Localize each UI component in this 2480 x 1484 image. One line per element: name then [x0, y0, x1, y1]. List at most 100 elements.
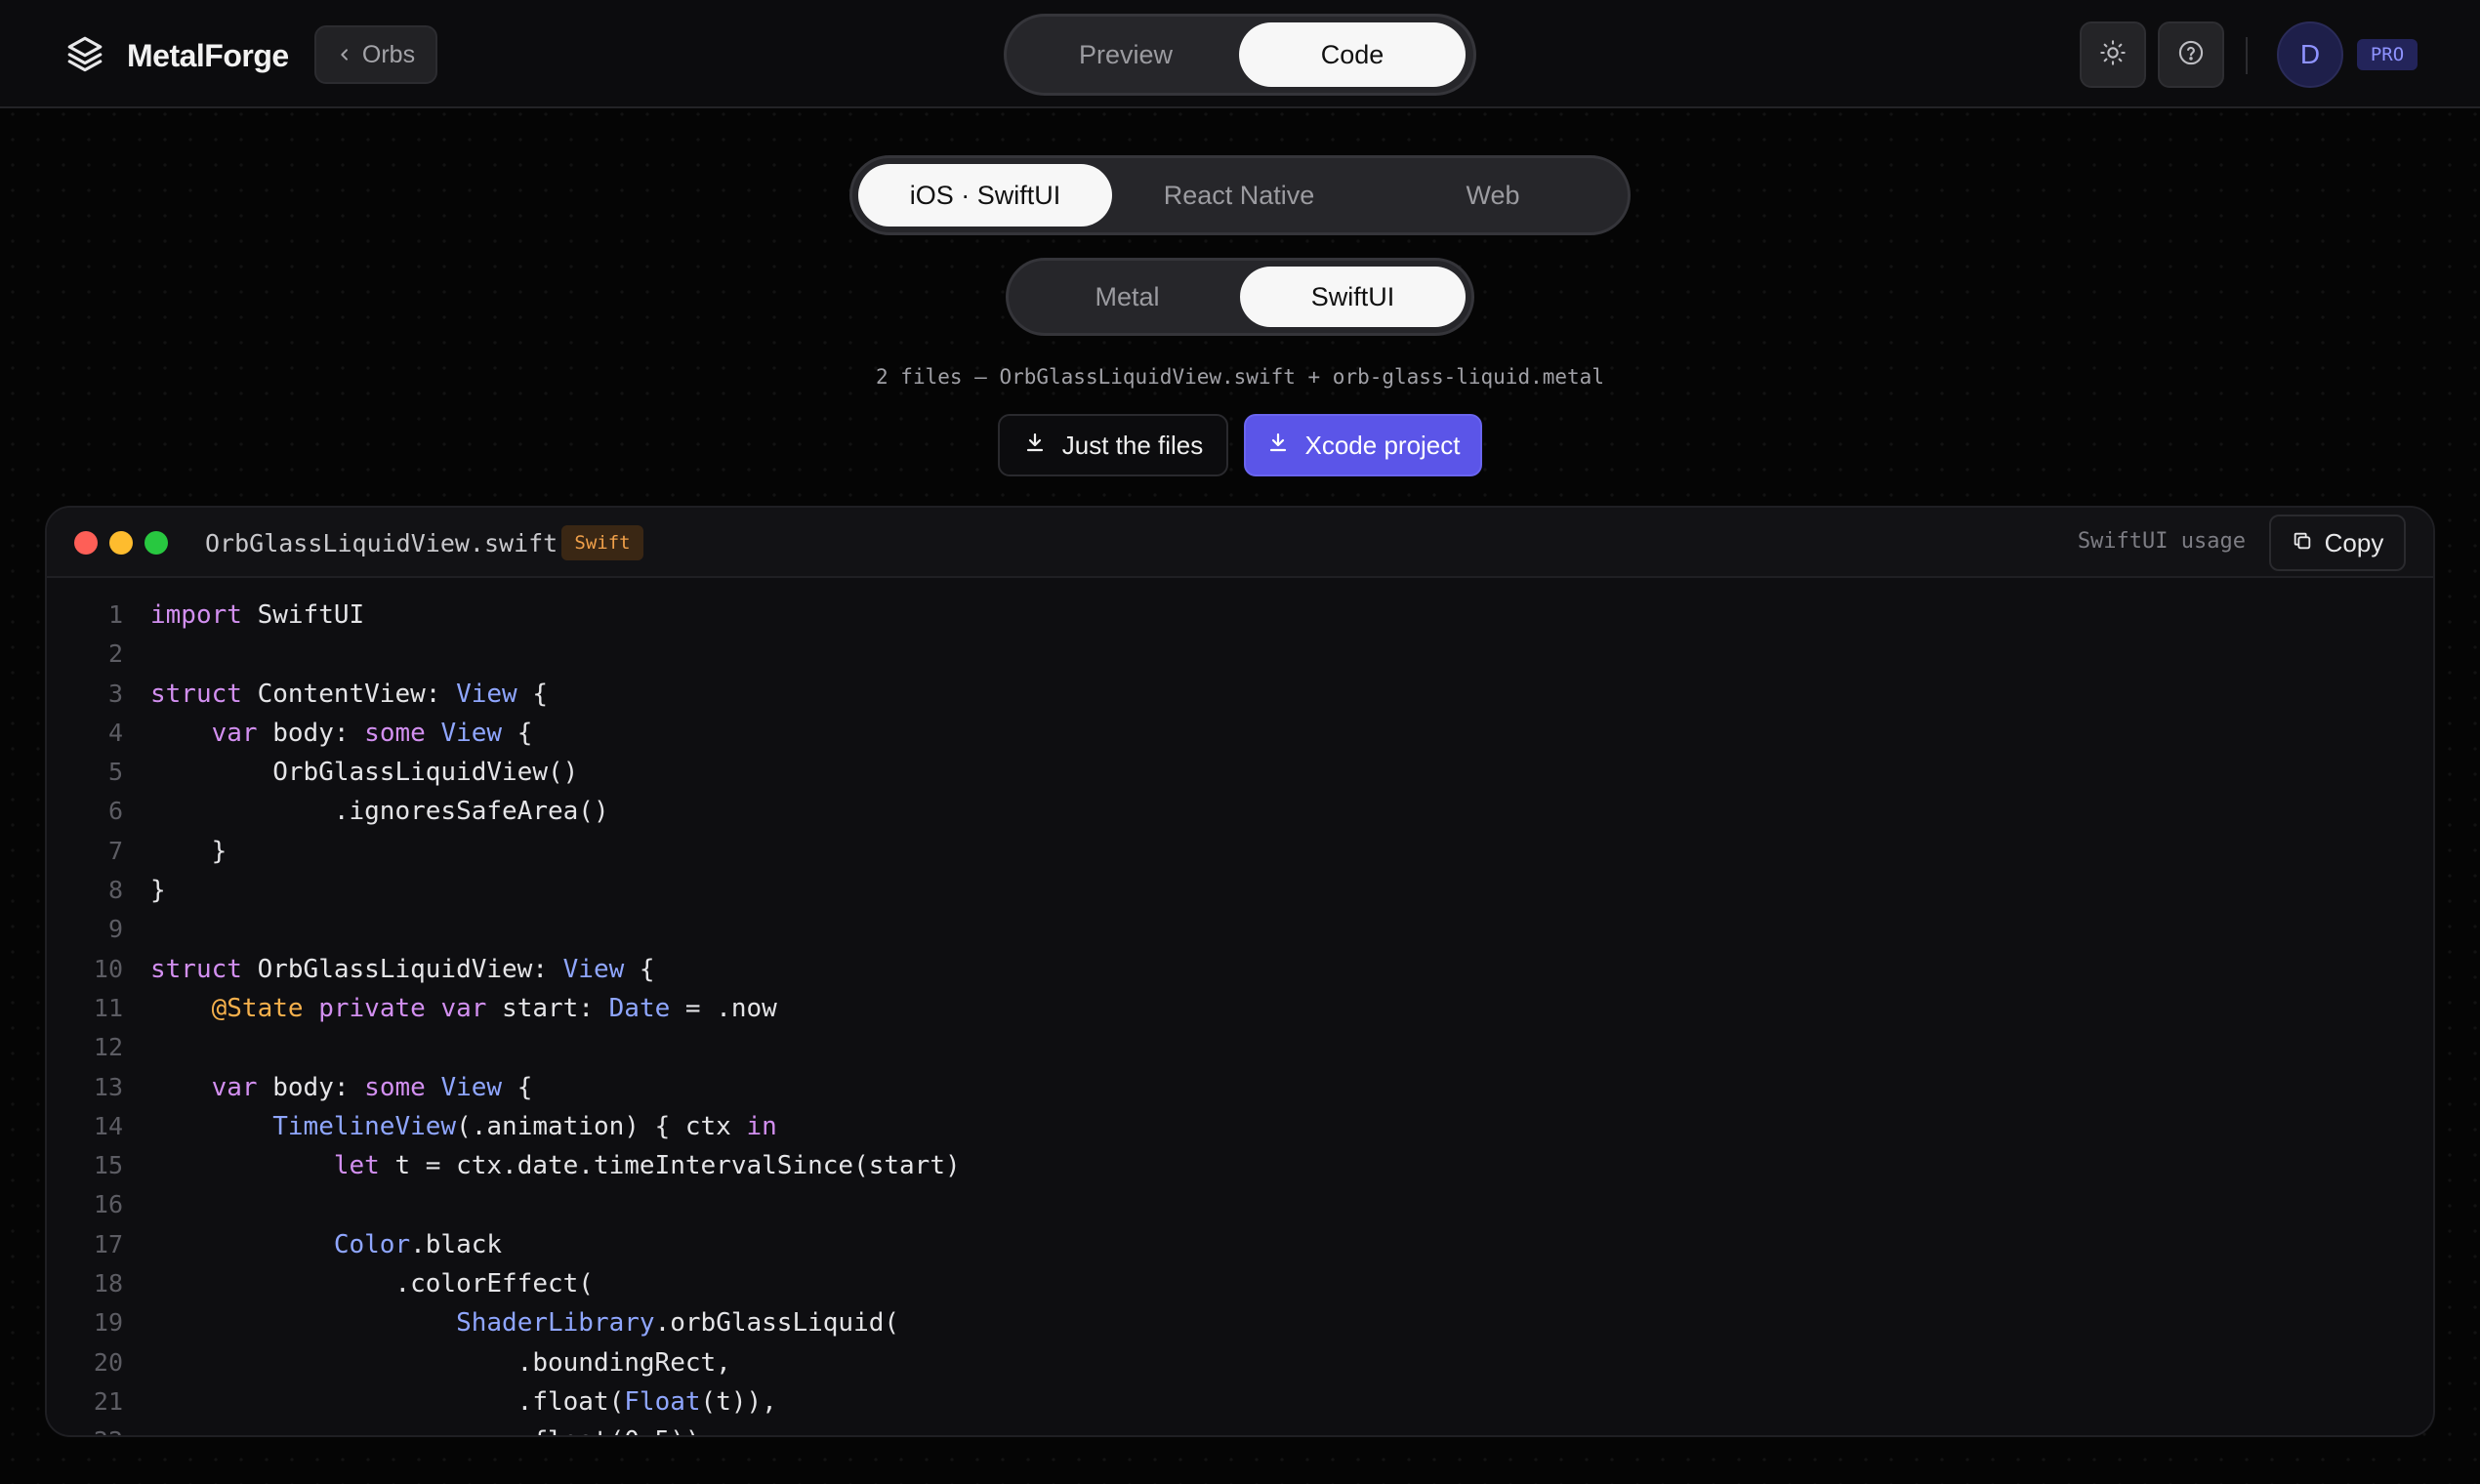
code-text: let t = ctx.date.timeIntervalSince(start…: [333, 1151, 961, 1181]
tab-web[interactable]: Web: [1366, 164, 1620, 227]
line-number: 3: [107, 679, 123, 708]
copy-label: Copy: [2324, 527, 2384, 557]
code-text: struct OrbGlassLiquidView: View {: [150, 954, 655, 984]
tab-react-native[interactable]: React Native: [1112, 164, 1366, 227]
language-toggle: Metal SwiftUI: [1006, 258, 1474, 336]
code-text: .boundingRect,: [150, 1347, 731, 1378]
code-line: 9: [47, 910, 2433, 949]
line-number: 11: [93, 993, 123, 1022]
tab-code[interactable]: Code: [1239, 22, 1466, 87]
plan-badge: PRO: [2357, 39, 2418, 70]
help-button[interactable]: [2158, 21, 2224, 88]
download-icon: [1266, 431, 1290, 461]
code-text: @State private var start: Date = .now: [211, 993, 777, 1023]
window-close-dot: [74, 531, 98, 555]
editor-header: OrbGlassLiquidView.swift Swift SwiftUI u…: [47, 508, 2433, 578]
code-line: 4 var body: some View {: [47, 714, 2433, 753]
line-number: 7: [107, 836, 123, 865]
top-bar: MetalForge Orbs Preview Code D PRO: [0, 0, 2480, 108]
copy-icon: [2292, 528, 2313, 558]
files-summary: 2 files — OrbGlassLiquidView.swift + orb…: [876, 365, 1604, 389]
code-line: 15 let t = ctx.date.timeIntervalSince(st…: [47, 1146, 2433, 1185]
back-label: Orbs: [361, 40, 416, 68]
theme-toggle-button[interactable]: [2080, 21, 2146, 88]
code-line: 22 .float(0.5)): [47, 1422, 2433, 1435]
code-text: struct ContentView: View {: [150, 679, 549, 709]
tab-ios-swiftui[interactable]: iOS · SwiftUI: [858, 164, 1112, 227]
tab-preview[interactable]: Preview: [1013, 22, 1239, 87]
line-number: 19: [93, 1308, 123, 1338]
code-line: 6 .ignoresSafeArea(): [47, 792, 2433, 831]
line-number: 21: [93, 1386, 123, 1416]
code-line: 20 .boundingRect,: [47, 1343, 2433, 1382]
line-number: 4: [107, 718, 123, 747]
back-button[interactable]: Orbs: [314, 25, 437, 84]
tab-swiftui[interactable]: SwiftUI: [1240, 267, 1466, 327]
code-text: .float(Float(t)),: [150, 1386, 777, 1417]
code-text: .float(0.5)): [150, 1422, 701, 1435]
line-number: 5: [107, 758, 123, 787]
platform-toggle: iOS · SwiftUI React Native Web: [849, 155, 1631, 235]
download-files-button[interactable]: Just the files: [998, 414, 1228, 476]
view-toggle: Preview Code: [1004, 14, 1476, 96]
line-number: 8: [107, 876, 123, 905]
line-number: 2: [107, 639, 123, 669]
line-number: 18: [93, 1269, 123, 1298]
line-number: 17: [93, 1229, 123, 1258]
brand[interactable]: MetalForge: [64, 33, 289, 79]
code-text: import SwiftUI: [150, 600, 365, 630]
help-circle-icon: [2177, 39, 2205, 71]
code-line: 19 ShaderLibrary.orbGlassLiquid(: [47, 1303, 2433, 1342]
tab-metal[interactable]: Metal: [1014, 267, 1240, 327]
code-line: 11 @State private var start: Date = .now: [47, 989, 2433, 1028]
line-number: 10: [93, 954, 123, 983]
code-line: 12: [47, 1028, 2433, 1067]
brand-name: MetalForge: [127, 38, 289, 73]
avatar[interactable]: D: [2277, 21, 2343, 88]
code-text: .colorEffect(: [150, 1269, 594, 1299]
code-text: }: [150, 836, 227, 866]
code-line: 10 struct OrbGlassLiquidView: View {: [47, 950, 2433, 989]
line-number: 12: [93, 1033, 123, 1062]
code-line: 1 import SwiftUI: [47, 596, 2433, 635]
code-line: 21 .float(Float(t)),: [47, 1382, 2433, 1422]
layers-icon: [64, 33, 105, 79]
code-line: 3 struct ContentView: View {: [47, 675, 2433, 714]
code-text: }: [150, 876, 166, 906]
sun-icon: [2099, 39, 2127, 71]
code-editor: OrbGlassLiquidView.swift Swift SwiftUI u…: [45, 506, 2435, 1437]
code-body[interactable]: 1 import SwiftUI 2 3 struct ContentView: Vie…: [47, 596, 2433, 1435]
chevron-left-icon: [337, 41, 352, 69]
line-number: 9: [107, 915, 123, 944]
header-divider: [2246, 37, 2248, 74]
copy-button[interactable]: Copy: [2269, 515, 2406, 571]
code-text: Color.black: [333, 1229, 503, 1259]
code-line: 2: [47, 635, 2433, 674]
code-line: 7 }: [47, 832, 2433, 871]
line-number: 14: [93, 1111, 123, 1140]
code-text: var body: some View {: [211, 718, 533, 748]
code-text: var body: some View {: [211, 1072, 533, 1102]
window-minimize-dot: [109, 531, 133, 555]
download-icon: [1023, 431, 1047, 461]
code-text: ShaderLibrary.orbGlassLiquid(: [456, 1308, 900, 1339]
code-line: 13 var body: some View {: [47, 1068, 2433, 1107]
download-xcode-button[interactable]: Xcode project: [1244, 414, 1482, 476]
code-line: 8}: [47, 871, 2433, 910]
code-line: 17 Color.black: [47, 1225, 2433, 1264]
download-files-label: Just the files: [1061, 430, 1204, 460]
code-line: 5 OrbGlassLiquidView(): [47, 753, 2433, 792]
code-text: TimelineView(.animation) { ctx in: [272, 1111, 777, 1141]
file-name: OrbGlassLiquidView.swift: [205, 529, 558, 557]
language-badge: Swift: [561, 525, 643, 560]
window-zoom-dot: [145, 531, 168, 555]
line-number: 16: [93, 1190, 123, 1219]
line-number: 22: [47, 1422, 123, 1435]
line-number: 1: [107, 600, 123, 629]
code-line: 14 TimelineView(.animation) { ctx in: [47, 1107, 2433, 1146]
line-number: 13: [93, 1072, 123, 1101]
code-text: .ignoresSafeArea(): [150, 797, 609, 827]
code-text: OrbGlassLiquidView(): [150, 758, 579, 788]
line-number: 20: [93, 1347, 123, 1377]
line-number: 15: [93, 1151, 123, 1180]
